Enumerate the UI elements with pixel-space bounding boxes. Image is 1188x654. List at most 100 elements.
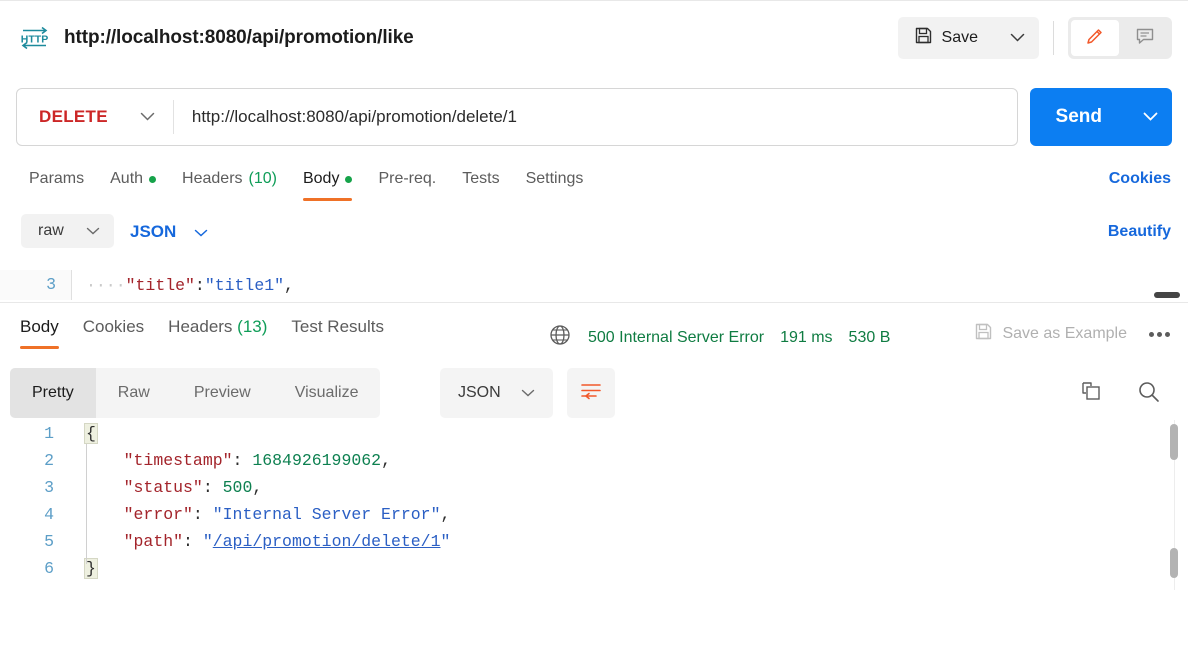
body-type-row: raw JSON Beautify bbox=[0, 214, 1188, 260]
json-token-pun: : bbox=[202, 478, 223, 497]
request-json-key: "title" bbox=[125, 275, 195, 295]
url-row: DELETE Send bbox=[16, 88, 1172, 146]
word-wrap-icon bbox=[580, 381, 602, 406]
send-button[interactable]: Send bbox=[1030, 88, 1128, 146]
json-token-brace: { bbox=[84, 423, 98, 444]
globe-icon[interactable] bbox=[548, 323, 572, 352]
search-icon[interactable] bbox=[1136, 379, 1162, 410]
ellipsis-dot bbox=[1149, 331, 1154, 337]
request-line-number: 3 bbox=[0, 270, 72, 300]
auth-status-dot bbox=[149, 175, 157, 183]
json-token-plain bbox=[84, 505, 124, 524]
response-tab-test-results[interactable]: Test Results bbox=[279, 313, 396, 349]
save-options-button[interactable] bbox=[995, 17, 1039, 59]
tab-body-label: Body bbox=[302, 170, 340, 187]
json-token-pun: , bbox=[252, 478, 263, 497]
word-wrap-button[interactable] bbox=[567, 368, 615, 418]
response-tab-cookies[interactable]: Cookies bbox=[71, 313, 156, 349]
save-as-example-button[interactable]: Save as Example bbox=[974, 322, 1127, 346]
json-token-str: " bbox=[202, 532, 213, 551]
response-code-text: { bbox=[72, 420, 98, 447]
response-line-number: 5 bbox=[44, 532, 54, 551]
save-button-label: Save bbox=[941, 29, 978, 46]
response-size[interactable]: 530 B bbox=[849, 329, 891, 347]
response-status[interactable]: 500 Internal Server Error bbox=[588, 329, 764, 347]
tab-settings[interactable]: Settings bbox=[513, 166, 597, 201]
cookies-link[interactable]: Cookies bbox=[1109, 170, 1171, 188]
response-line-number: 3 bbox=[44, 478, 54, 497]
body-format-selector[interactable]: JSON bbox=[130, 222, 208, 242]
json-token-num: 500 bbox=[222, 478, 253, 497]
response-line-number: 6 bbox=[44, 559, 54, 578]
top-bar-left: HTTP http://localhost:8080/api/promotion… bbox=[0, 26, 414, 50]
method-selector[interactable]: DELETE bbox=[17, 107, 173, 127]
tab-tests[interactable]: Tests bbox=[449, 166, 512, 201]
method-label: DELETE bbox=[39, 107, 108, 126]
tab-auth[interactable]: Auth bbox=[97, 166, 169, 201]
send-button-label: Send bbox=[1055, 106, 1102, 127]
view-pretty-button[interactable]: Pretty bbox=[10, 368, 96, 418]
headers-count: (10) bbox=[248, 170, 277, 187]
edit-mode-button[interactable] bbox=[1071, 20, 1119, 56]
url-input[interactable] bbox=[173, 90, 1017, 144]
request-body-editor[interactable]: 3 ····"title":"title1", bbox=[0, 270, 1188, 303]
pencil-icon bbox=[1084, 25, 1106, 52]
tab-pre-request-label: Pre-req. bbox=[378, 170, 437, 187]
response-header: Body Cookies Headers (13) Test Results 5… bbox=[0, 305, 1188, 355]
response-code-line: 3 "status": 500, bbox=[0, 474, 1188, 501]
json-token-num: 1684926199062 bbox=[252, 451, 382, 470]
top-bar-right: Save bbox=[897, 17, 1188, 59]
comment-button[interactable] bbox=[1121, 20, 1169, 56]
url-input-box: DELETE bbox=[16, 88, 1018, 146]
response-code-line: 6} bbox=[0, 555, 1188, 582]
json-token-pun: , bbox=[440, 505, 451, 524]
response-code-line: 5 "path": "/api/promotion/delete/1" bbox=[0, 528, 1188, 555]
response-tools bbox=[1078, 379, 1162, 410]
ellipsis-dot bbox=[1157, 331, 1162, 337]
chevron-down-icon bbox=[140, 108, 155, 126]
response-format-selector[interactable]: JSON bbox=[440, 368, 553, 418]
response-body-viewer[interactable]: 1{2 "timestamp": 1684926199062, 3 "status… bbox=[0, 420, 1188, 654]
view-raw-button[interactable]: Raw bbox=[96, 368, 172, 418]
postman-request-response-view: HTTP http://localhost:8080/api/promotion… bbox=[0, 0, 1188, 654]
response-code-text: } bbox=[72, 555, 98, 582]
response-tab-cookies-label: Cookies bbox=[82, 317, 145, 336]
view-preview-button[interactable]: Preview bbox=[172, 368, 273, 418]
comment-icon bbox=[1134, 25, 1156, 52]
tab-params[interactable]: Params bbox=[16, 166, 97, 201]
response-scrollbar-marker[interactable] bbox=[1170, 548, 1178, 578]
body-mode-label: raw bbox=[38, 222, 64, 239]
request-title: http://localhost:8080/api/promotion/like bbox=[64, 27, 414, 48]
response-time[interactable]: 191 ms bbox=[780, 329, 832, 347]
beautify-link[interactable]: Beautify bbox=[1108, 223, 1171, 241]
tab-pre-request[interactable]: Pre-req. bbox=[365, 166, 449, 201]
json-token-pun: , bbox=[381, 451, 391, 470]
response-headers-count: (13) bbox=[237, 317, 268, 336]
response-toolbar: Pretty Raw Preview Visualize JSON bbox=[0, 368, 1188, 420]
chevron-down-icon bbox=[194, 222, 208, 242]
body-mode-selector[interactable]: raw bbox=[21, 214, 114, 248]
tab-body[interactable]: Body bbox=[290, 166, 365, 201]
response-tab-headers-label: Headers bbox=[168, 317, 233, 336]
response-more-options-button[interactable] bbox=[1145, 328, 1174, 341]
send-options-button[interactable] bbox=[1128, 88, 1172, 146]
response-tab-body-label: Body bbox=[20, 317, 59, 336]
request-editor-scrollbar[interactable] bbox=[1154, 292, 1180, 298]
response-tab-body[interactable]: Body bbox=[8, 313, 71, 349]
tab-headers[interactable]: Headers (10) bbox=[169, 166, 290, 201]
response-meta: 500 Internal Server Error 191 ms 530 B bbox=[548, 323, 890, 352]
response-scrollbar-thumb[interactable] bbox=[1170, 424, 1178, 460]
toolbar-divider bbox=[1053, 21, 1054, 55]
json-token-link[interactable]: /api/promotion/delete/1 bbox=[213, 532, 441, 551]
copy-icon[interactable] bbox=[1078, 379, 1104, 410]
response-tab-test-results-label: Test Results bbox=[291, 317, 384, 336]
response-tab-headers[interactable]: Headers (13) bbox=[156, 313, 279, 349]
body-format-label: JSON bbox=[130, 222, 177, 241]
response-line-number: 4 bbox=[44, 505, 54, 524]
view-mode-toggle-group bbox=[1068, 17, 1172, 59]
ellipsis-dot bbox=[1165, 331, 1170, 337]
save-button[interactable]: Save bbox=[898, 17, 995, 59]
tab-params-label: Params bbox=[29, 170, 85, 187]
view-visualize-button[interactable]: Visualize bbox=[273, 368, 381, 418]
top-divider bbox=[0, 0, 1188, 1]
